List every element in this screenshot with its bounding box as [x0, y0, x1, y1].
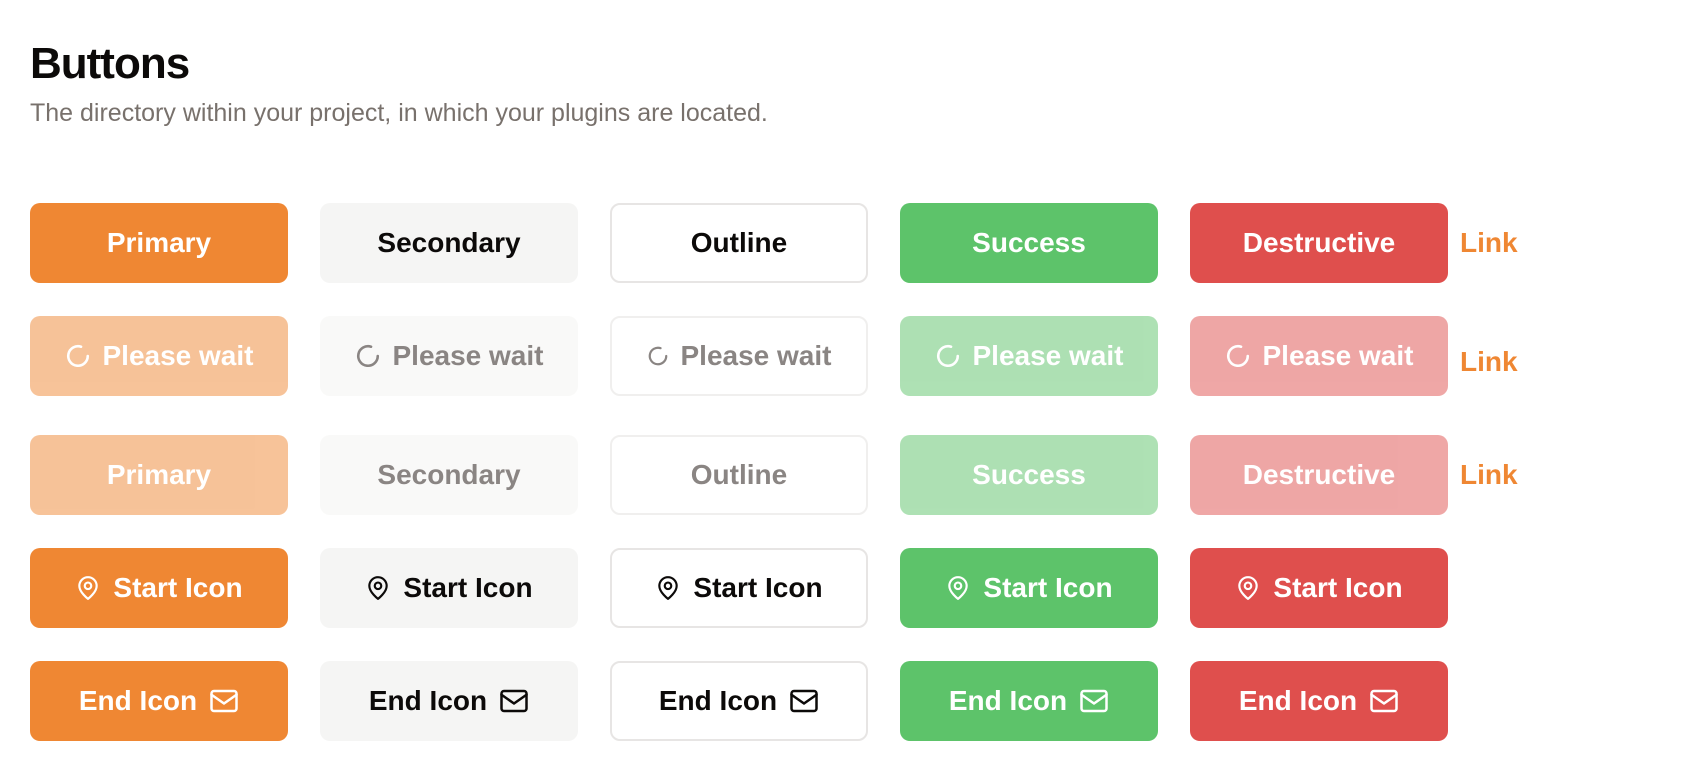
primary-button[interactable]: Primary	[30, 203, 288, 283]
button-label: Secondary	[377, 227, 521, 258]
button-label: End Icon	[368, 685, 488, 716]
button-label: Secondary	[377, 459, 521, 490]
button-label: Destructive	[1242, 459, 1396, 490]
page-subtitle: The directory within your project, in wh…	[30, 99, 768, 127]
spinner-icon	[65, 343, 91, 369]
outline-loading-button[interactable]: Please wait	[610, 316, 868, 396]
secondary-loading-button[interactable]: Please wait	[320, 316, 578, 396]
button-label: Destructive	[1242, 227, 1396, 258]
button-label: Success	[972, 227, 1086, 258]
mail-icon	[789, 688, 819, 714]
map-pin-icon	[945, 574, 971, 602]
page-title: Buttons	[30, 39, 190, 88]
primary-start-icon-button[interactable]: Start Icon	[30, 548, 288, 628]
button-label: Please wait	[1262, 340, 1414, 371]
secondary-start-icon-button[interactable]: Start Icon	[320, 548, 578, 628]
button-label: Start Icon	[403, 572, 533, 603]
destructive-disabled-button[interactable]: Destructive	[1190, 435, 1448, 515]
secondary-button[interactable]: Secondary	[320, 203, 578, 283]
link-button[interactable]: Link	[1460, 203, 1518, 283]
mail-icon	[1079, 688, 1109, 714]
destructive-start-icon-button[interactable]: Start Icon	[1190, 548, 1448, 628]
success-loading-button[interactable]: Please wait	[900, 316, 1158, 396]
button-label: Please wait	[102, 340, 254, 371]
secondary-disabled-button[interactable]: Secondary	[320, 435, 578, 515]
primary-disabled-button[interactable]: Primary	[30, 435, 288, 515]
success-end-icon-button[interactable]: End Icon	[900, 661, 1158, 741]
map-pin-icon	[655, 574, 681, 602]
primary-loading-button[interactable]: Please wait	[30, 316, 288, 396]
button-label: Start Icon	[693, 572, 823, 603]
mail-icon	[499, 688, 529, 714]
button-label: Start Icon	[983, 572, 1113, 603]
button-label: End Icon	[1238, 685, 1358, 716]
button-label: Please wait	[392, 340, 544, 371]
spinner-icon	[355, 343, 381, 369]
map-pin-icon	[1235, 574, 1261, 602]
destructive-button[interactable]: Destructive	[1190, 203, 1448, 283]
button-label: Link	[1460, 459, 1518, 490]
link-disabled-button[interactable]: Link	[1460, 435, 1518, 515]
destructive-end-icon-button[interactable]: End Icon	[1190, 661, 1448, 741]
primary-end-icon-button[interactable]: End Icon	[30, 661, 288, 741]
success-disabled-button[interactable]: Success	[900, 435, 1158, 515]
button-label: Success	[972, 459, 1086, 490]
mail-icon	[1369, 688, 1399, 714]
button-label: End Icon	[948, 685, 1068, 716]
spinner-icon	[1225, 343, 1251, 369]
link-loading-button[interactable]: Link	[1460, 322, 1518, 402]
outline-start-icon-button[interactable]: Start Icon	[610, 548, 868, 628]
mail-icon	[209, 688, 239, 714]
outline-button[interactable]: Outline	[610, 203, 868, 283]
map-pin-icon	[365, 574, 391, 602]
destructive-loading-button[interactable]: Please wait	[1190, 316, 1448, 396]
success-start-icon-button[interactable]: Start Icon	[900, 548, 1158, 628]
button-label: Start Icon	[113, 572, 243, 603]
button-label: Link	[1460, 227, 1518, 258]
map-pin-icon	[75, 574, 101, 602]
outline-end-icon-button[interactable]: End Icon	[610, 661, 868, 741]
button-label: Primary	[106, 227, 212, 258]
button-label: Outline	[690, 459, 788, 490]
button-label: Start Icon	[1273, 572, 1403, 603]
button-label: Please wait	[680, 340, 832, 371]
spinner-icon	[647, 345, 669, 367]
button-label: Primary	[106, 459, 212, 490]
button-label: Link	[1460, 346, 1518, 377]
button-label: Please wait	[972, 340, 1124, 371]
success-button[interactable]: Success	[900, 203, 1158, 283]
button-label: End Icon	[78, 685, 198, 716]
button-label: Outline	[690, 227, 788, 258]
spinner-icon	[935, 343, 961, 369]
outline-disabled-button[interactable]: Outline	[610, 435, 868, 515]
buttons-showcase: Buttons The directory within your projec…	[0, 0, 1700, 130]
secondary-end-icon-button[interactable]: End Icon	[320, 661, 578, 741]
button-label: End Icon	[658, 685, 778, 716]
